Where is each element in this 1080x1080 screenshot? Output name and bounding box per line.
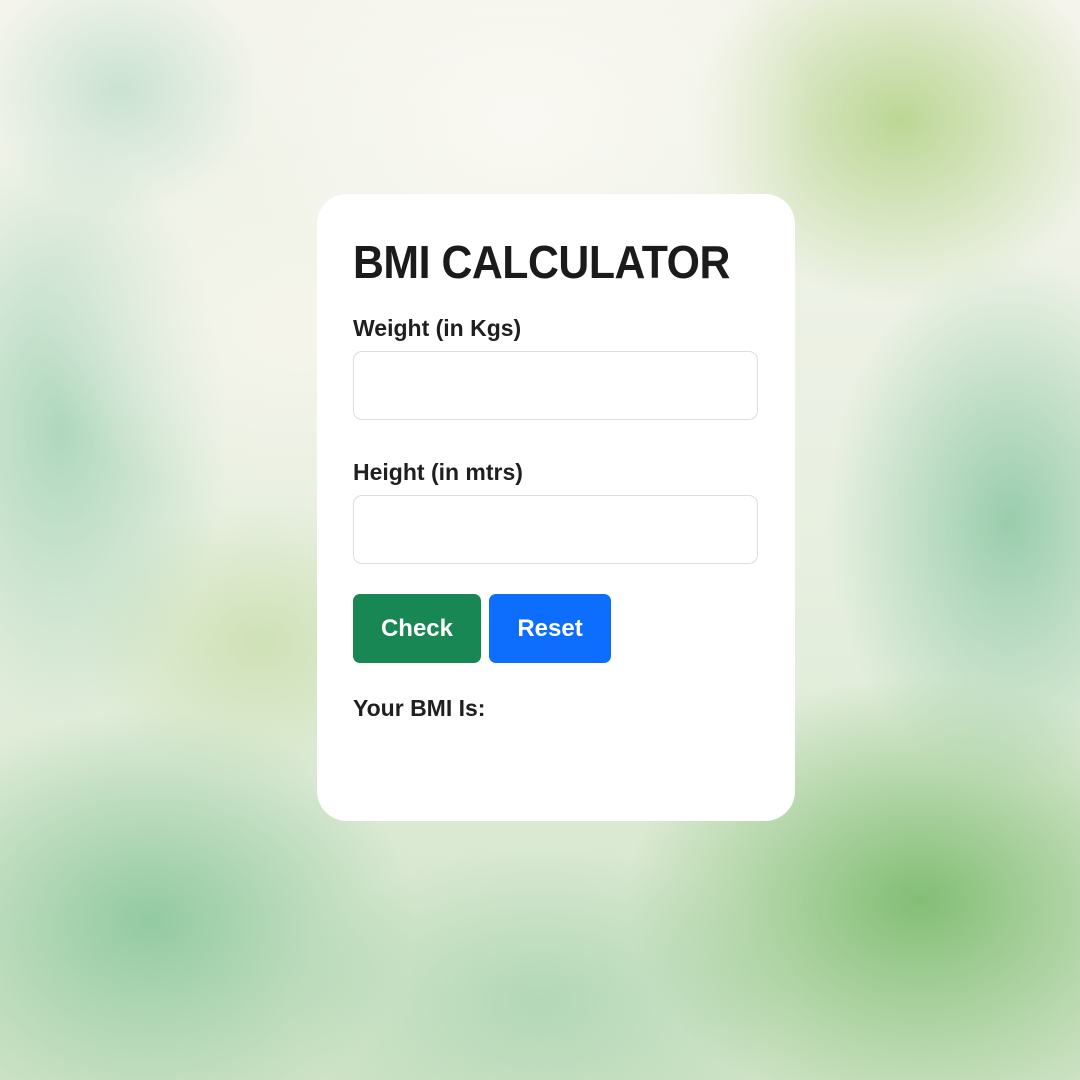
bmi-calculator-card: BMI CALCULATOR Weight (in Kgs) Height (i…	[317, 194, 795, 821]
height-input[interactable]	[353, 495, 758, 564]
reset-button[interactable]: Reset	[489, 594, 611, 663]
check-button[interactable]: Check	[353, 594, 481, 663]
weight-input[interactable]	[353, 351, 758, 420]
button-row: Check Reset	[353, 594, 759, 663]
bmi-result-label: Your BMI Is:	[353, 695, 486, 721]
height-label: Height (in mtrs)	[353, 459, 523, 485]
page-title: BMI CALCULATOR	[353, 236, 730, 288]
weight-label: Weight (in Kgs)	[353, 315, 522, 341]
